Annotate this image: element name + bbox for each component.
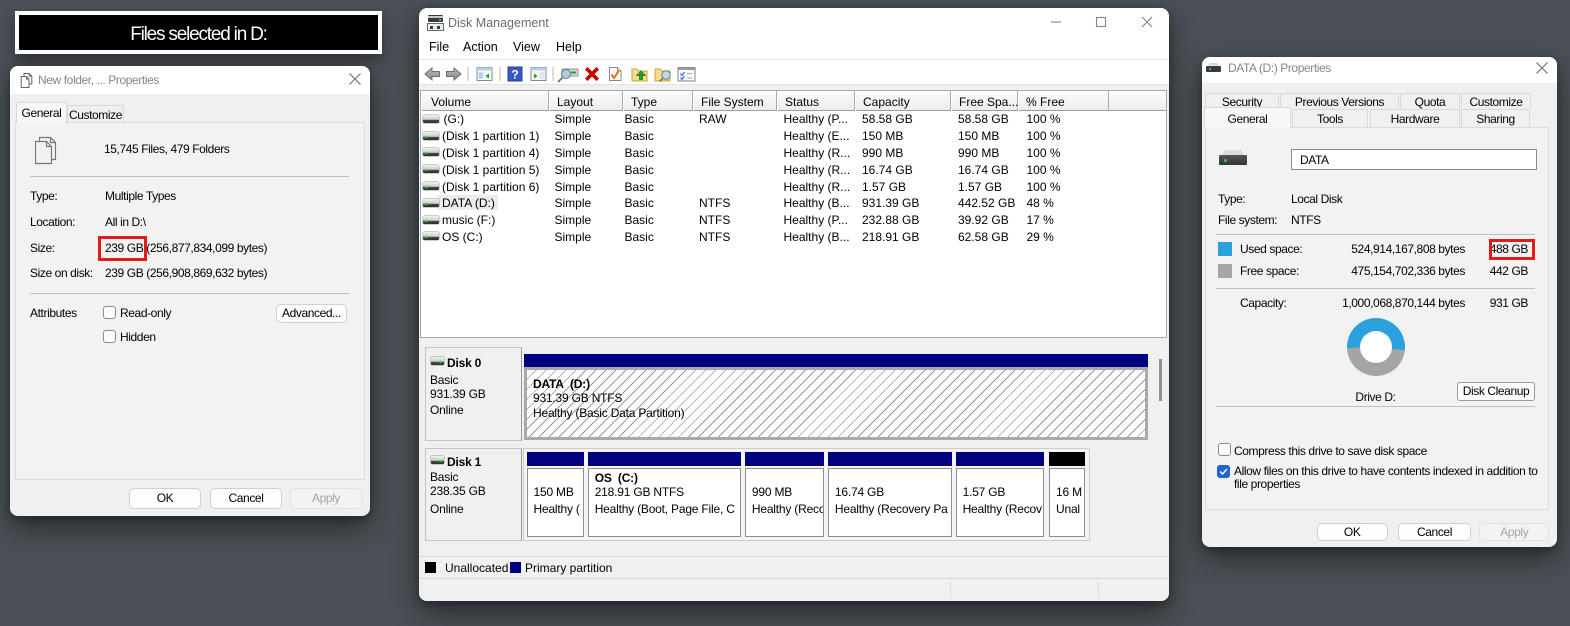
svg-text:?: ? <box>511 68 518 82</box>
